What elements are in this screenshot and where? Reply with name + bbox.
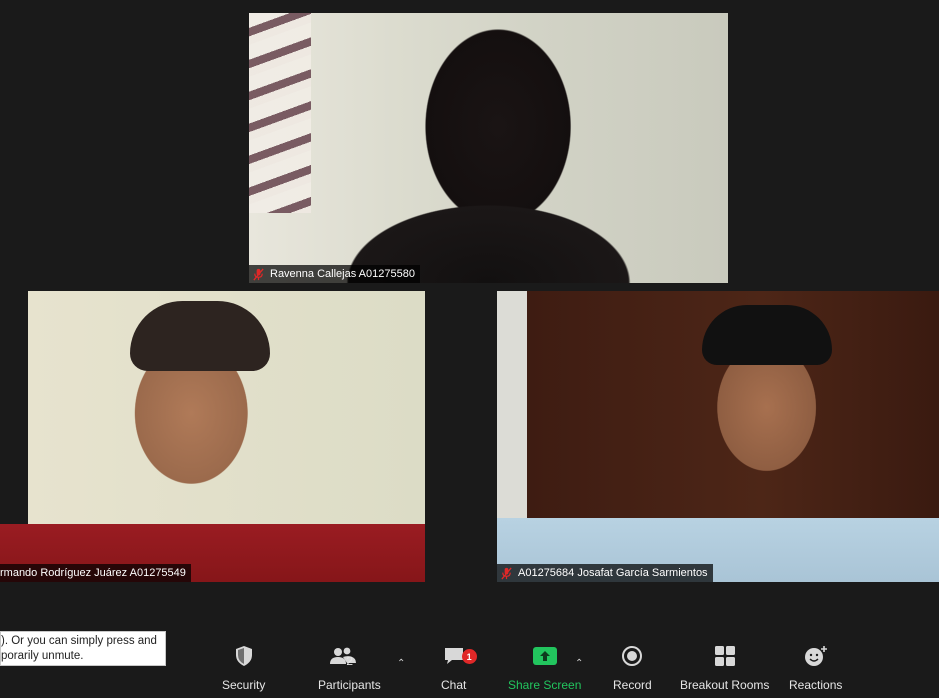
share-screen-icon [510,640,579,672]
record-icon [621,640,643,672]
chat-badge: 1 [461,649,477,664]
participant-name-tag: rmando Rodríguez Juárez A01275549 [0,564,191,582]
security-button[interactable]: Security [222,640,265,692]
video-tile-armando[interactable]: rmando Rodríguez Juárez A01275549 [0,291,425,582]
participants-caret-icon[interactable]: ⌃ [397,658,405,669]
record-label: Record [613,678,652,692]
video-tile-ravenna[interactable]: Ravenna Callejas A01275580 [249,13,728,283]
reactions-button[interactable]: Reactions [789,640,842,692]
mic-muted-icon [251,267,265,281]
chat-button[interactable]: 1 Chat [441,640,477,692]
security-label: Security [222,678,266,692]
window-blinds [249,13,311,213]
participants-label: Participants [318,678,381,692]
reactions-icon [790,640,841,672]
meeting-window: Ravenna Callejas A01275580 rmando Rodríg… [0,0,939,698]
participant-hair [702,305,832,365]
participant-name: A01275684 Josafat García Sarmientos [518,567,708,579]
breakout-rooms-button[interactable]: Breakout Rooms [680,640,769,692]
participants-button[interactable]: 2 Participants [318,640,381,692]
participant-name: rmando Rodríguez Juárez A01275549 [0,567,186,579]
share-screen-button[interactable]: Share Screen [508,640,581,692]
participant-name-tag: A01275684 Josafat García Sarmientos [497,564,713,582]
participants-count: 2 [346,654,354,668]
participant-name-tag: Ravenna Callejas A01275580 [249,265,420,283]
record-button[interactable]: Record [613,640,652,692]
share-screen-label: Share Screen [508,678,582,692]
mic-muted-icon [499,566,513,580]
participant-name: Ravenna Callejas A01275580 [270,268,415,280]
chat-icon: 1 [443,640,477,672]
chat-label: Chat [441,678,467,692]
video-tile-josafat[interactable]: A01275684 Josafat García Sarmientos [497,291,939,582]
participants-icon: 2 [318,640,380,672]
meeting-toolbar: Security 2 Participants ⌃ 1 Chat Share S… [0,640,939,698]
participant-hair [130,301,270,371]
breakout-rooms-label: Breakout Rooms [680,678,770,692]
reactions-label: Reactions [789,678,843,692]
share-caret-icon[interactable]: ⌃ [575,658,583,669]
breakout-rooms-icon [681,640,768,672]
shield-icon [234,640,254,672]
